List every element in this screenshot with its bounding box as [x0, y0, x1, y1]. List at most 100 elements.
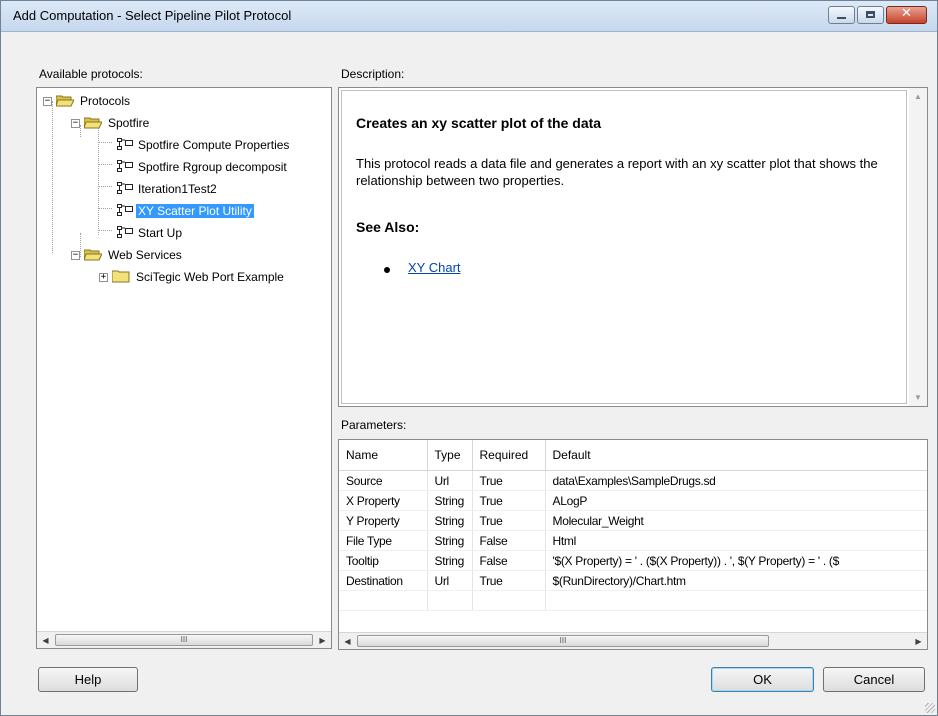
- param-default-cell[interactable]: data\Examples\SampleDrugs.sd: [545, 470, 927, 491]
- title-bar[interactable]: Add Computation - Select Pipeline Pilot …: [1, 1, 937, 32]
- open-folder-icon: [55, 94, 75, 107]
- close-button[interactable]: ✕: [886, 6, 927, 24]
- tree-item-iteration1test2[interactable]: Iteration1Test2: [117, 181, 219, 198]
- window-title: Add Computation - Select Pipeline Pilot …: [13, 8, 292, 23]
- param-required-cell[interactable]: True: [472, 490, 546, 511]
- tree-line: [98, 186, 112, 187]
- tree-label: SciTegic Web Port Example: [136, 270, 284, 284]
- param-default-cell[interactable]: '$(X Property) = ' . ($(X Property)) . '…: [545, 550, 927, 571]
- param-required-cell[interactable]: True: [472, 570, 546, 591]
- param-required-cell[interactable]: True: [472, 510, 546, 531]
- tree-label: Start Up: [138, 226, 183, 240]
- table-row[interactable]: Y Property String True Molecular_Weight: [339, 510, 927, 531]
- scroll-right-icon[interactable]: ▶: [314, 632, 331, 648]
- tree-label: Iteration1Test2: [138, 182, 217, 196]
- bullet-icon: [384, 267, 390, 273]
- scrollbar-thumb[interactable]: III: [55, 634, 313, 646]
- collapse-icon[interactable]: −: [71, 251, 80, 260]
- table-row[interactable]: File Type String False Html: [339, 530, 927, 551]
- maximize-button[interactable]: [857, 6, 884, 24]
- collapse-icon[interactable]: −: [71, 119, 80, 128]
- ok-button[interactable]: OK: [711, 667, 814, 692]
- parameters-grid[interactable]: Name Type Required Default Source Url Tr…: [338, 439, 928, 650]
- tree-label: Web Services: [108, 248, 182, 262]
- tree-label: Protocols: [80, 94, 131, 108]
- param-type-cell[interactable]: String: [427, 490, 473, 511]
- param-name-cell[interactable]: Source: [339, 470, 428, 491]
- tree-line: [98, 164, 112, 165]
- available-protocols-label: Available protocols:: [39, 67, 143, 81]
- protocol-icon: [117, 138, 133, 151]
- tree-node-scitegic-web-port[interactable]: + SciTegic Web Port Example: [99, 269, 286, 286]
- param-type-cell[interactable]: String: [427, 550, 473, 571]
- param-type-cell[interactable]: Url: [427, 470, 473, 491]
- param-type-cell[interactable]: Url: [427, 570, 473, 591]
- tree-item-spotfire-rgroup[interactable]: Spotfire Rgroup decomposit: [117, 159, 289, 176]
- open-folder-icon: [83, 248, 103, 261]
- column-header-name[interactable]: Name: [339, 440, 428, 471]
- scroll-down-icon[interactable]: ▼: [909, 389, 927, 406]
- maximize-icon: [866, 11, 875, 18]
- tree-line: [98, 230, 112, 231]
- param-type-cell[interactable]: String: [427, 530, 473, 551]
- cancel-button[interactable]: Cancel: [823, 667, 925, 692]
- param-required-cell[interactable]: False: [472, 530, 546, 551]
- tree-node-spotfire[interactable]: − Spotfire: [71, 115, 151, 132]
- protocol-icon: [117, 182, 133, 195]
- params-horizontal-scrollbar[interactable]: ◀ III ▶: [339, 632, 927, 649]
- tree-label: Spotfire Rgroup decomposit: [138, 160, 287, 174]
- description-panel: Creates an xy scatter plot of the data T…: [338, 87, 928, 407]
- scrollbar-thumb[interactable]: III: [357, 635, 769, 647]
- parameters-label: Parameters:: [341, 418, 407, 432]
- table-row[interactable]: Destination Url True $(RunDirectory)/Cha…: [339, 570, 927, 591]
- help-button[interactable]: Help: [38, 667, 138, 692]
- scroll-left-icon[interactable]: ◀: [339, 633, 356, 649]
- close-icon: ✕: [901, 6, 912, 21]
- description-vertical-scrollbar[interactable]: ▲ ▼: [909, 88, 927, 406]
- column-header-required[interactable]: Required: [472, 440, 546, 471]
- table-row-empty: [339, 590, 927, 611]
- resize-grip-icon[interactable]: [925, 703, 935, 713]
- param-default-cell[interactable]: $(RunDirectory)/Chart.htm: [545, 570, 927, 591]
- expand-icon[interactable]: +: [99, 273, 108, 282]
- tree-label: Spotfire Compute Properties: [138, 138, 290, 152]
- table-row[interactable]: Tooltip String False '$(X Property) = ' …: [339, 550, 927, 571]
- tree-item-xy-scatter-plot-utility[interactable]: XY Scatter Plot Utility: [117, 203, 254, 220]
- minimize-button[interactable]: [828, 6, 855, 24]
- scroll-up-icon[interactable]: ▲: [909, 88, 927, 105]
- column-header-default[interactable]: Default: [545, 440, 927, 471]
- scroll-left-icon[interactable]: ◀: [37, 632, 54, 648]
- description-label: Description:: [341, 67, 405, 81]
- param-required-cell[interactable]: True: [472, 470, 546, 491]
- param-name-cell[interactable]: Destination: [339, 570, 428, 591]
- table-row[interactable]: Source Url True data\Examples\SampleDrug…: [339, 470, 927, 491]
- table-row[interactable]: X Property String True ALogP: [339, 490, 927, 511]
- column-header-type[interactable]: Type: [427, 440, 473, 471]
- xy-chart-link[interactable]: XY Chart: [408, 260, 461, 275]
- tree-node-web-services[interactable]: − Web Services: [71, 247, 184, 264]
- param-name-cell[interactable]: Y Property: [339, 510, 428, 531]
- param-default-cell[interactable]: Molecular_Weight: [545, 510, 927, 531]
- param-default-cell[interactable]: ALogP: [545, 490, 927, 511]
- param-name-cell[interactable]: File Type: [339, 530, 428, 551]
- tree-item-start-up[interactable]: Start Up: [117, 225, 184, 242]
- tree-node-protocols[interactable]: − Protocols: [43, 93, 132, 110]
- protocol-tree[interactable]: − Protocols − Spotfire Spotfire Compute …: [36, 87, 332, 649]
- param-name-cell[interactable]: X Property: [339, 490, 428, 511]
- tree-item-spotfire-compute-properties[interactable]: Spotfire Compute Properties: [117, 137, 291, 154]
- protocol-icon: [117, 226, 133, 239]
- param-name-cell[interactable]: Tooltip: [339, 550, 428, 571]
- see-also-heading: See Also:: [356, 219, 420, 235]
- param-default-cell[interactable]: Html: [545, 530, 927, 551]
- tree-horizontal-scrollbar[interactable]: ◀ III ▶: [37, 631, 331, 648]
- parameters-table: Name Type Required Default Source Url Tr…: [339, 440, 927, 611]
- tree-label: XY Scatter Plot Utility: [136, 204, 254, 218]
- collapse-icon[interactable]: −: [43, 97, 52, 106]
- param-type-cell[interactable]: String: [427, 510, 473, 531]
- dialog-window: Add Computation - Select Pipeline Pilot …: [0, 0, 938, 716]
- scroll-right-icon[interactable]: ▶: [910, 633, 927, 649]
- description-content: Creates an xy scatter plot of the data T…: [341, 90, 907, 404]
- tree-line: [98, 208, 112, 209]
- tree-label: Spotfire: [108, 116, 150, 130]
- param-required-cell[interactable]: False: [472, 550, 546, 571]
